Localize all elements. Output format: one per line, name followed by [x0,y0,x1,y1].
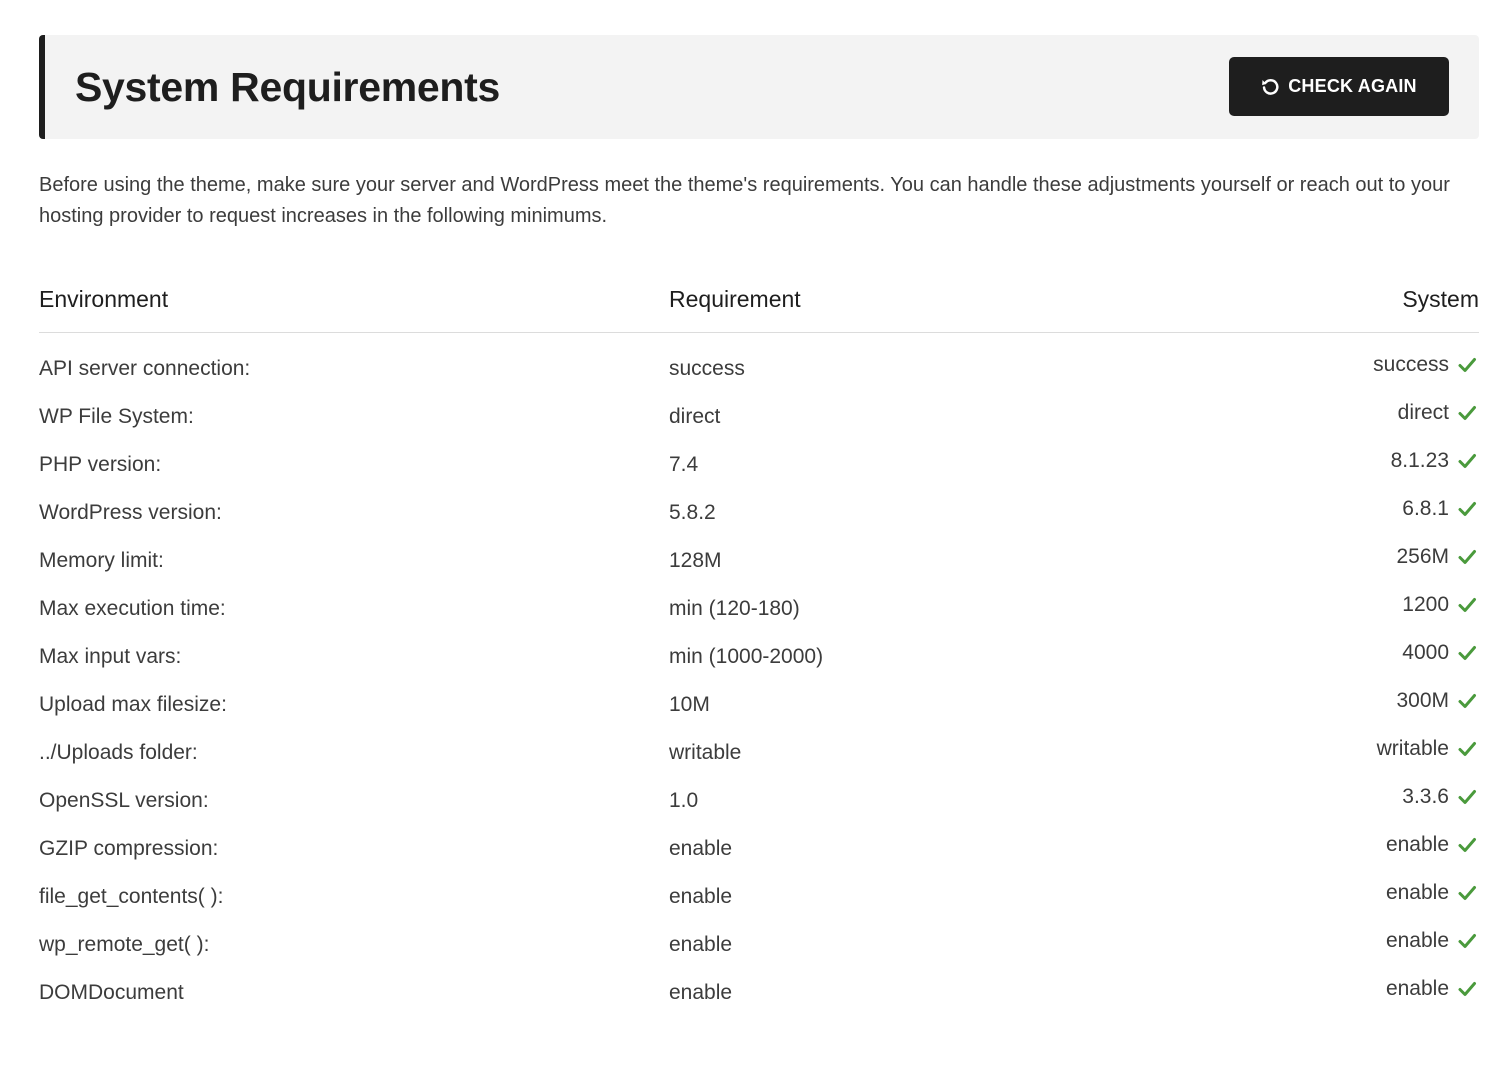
environment-cell: API server connection: [39,357,251,380]
system-value: 1200 [1402,593,1449,616]
system-value: 300M [1396,689,1449,712]
system-value: success [1373,353,1449,376]
table-row: Max execution time: min (120-180) 1200 [39,585,1479,633]
system-cell: 3.3.6 [1402,785,1479,809]
system-cell: success [1373,353,1479,377]
table-row: Memory limit: 128M 256M [39,537,1479,585]
table-row: ../Uploads folder: writable writable [39,729,1479,777]
system-cell: enable [1386,929,1479,953]
table-row: WordPress version: 5.8.2 6.8.1 [39,489,1479,537]
system-value: 8.1.23 [1390,449,1449,472]
check-icon [1455,401,1479,425]
check-icon [1455,929,1479,953]
intro-text: Before using the theme, make sure your s… [39,174,1450,227]
system-cell: 8.1.23 [1391,449,1479,473]
system-value: enable [1385,881,1449,904]
system-value: writable [1376,737,1449,760]
system-cell: 4000 [1402,641,1479,665]
table-row: Max input vars: min (1000-2000) 4000 [39,633,1479,681]
system-value: 4000 [1402,641,1449,664]
check-icon [1455,785,1479,809]
environment-cell: Upload max filesize: [39,693,227,716]
table-row: GZIP compression: enable enable [39,825,1479,873]
system-value: enable [1385,929,1449,952]
column-header-system: System [1402,286,1479,312]
requirements-table: Environment Requirement System API serve… [39,280,1479,1017]
environment-cell: WP File System: [39,405,194,428]
system-value: enable [1385,833,1449,856]
requirement-cell: 10M [669,693,710,716]
table-row: PHP version: 7.4 8.1.23 [39,441,1479,489]
environment-cell: Memory limit: [39,549,164,572]
environment-cell: Max execution time: [39,597,226,620]
check-icon [1455,881,1479,905]
table-row: OpenSSL version: 1.0 3.3.6 [39,777,1479,825]
environment-cell: wp_remote_get( ): [39,933,210,956]
table-row: DOMDocument enable enable [39,969,1479,1017]
requirement-cell: direct [669,405,721,428]
system-cell: enable [1386,881,1479,905]
check-again-button[interactable]: CHECK AGAIN [1229,57,1449,116]
check-icon [1455,689,1479,713]
table-row: Upload max filesize: 10M 300M [39,681,1479,729]
table-row: WP File System: direct direct [39,393,1479,441]
requirement-cell: 5.8.2 [669,501,716,524]
system-cell: enable [1386,977,1479,1001]
check-icon [1455,593,1479,617]
system-value: enable [1385,977,1449,1000]
check-icon [1455,449,1479,473]
system-cell: 6.8.1 [1402,497,1479,521]
system-value: 256M [1396,545,1449,568]
check-icon [1455,353,1479,377]
column-header-requirement: Requirement [669,286,801,312]
system-cell: 1200 [1402,593,1479,617]
table-row: API server connection: success success [39,345,1479,393]
system-cell: direct [1398,401,1479,425]
table-header: Environment Requirement System [39,280,1479,333]
check-icon [1455,977,1479,1001]
table-body: API server connection: success success WP F… [39,333,1479,1017]
requirement-cell: 7.4 [669,453,699,476]
requirement-cell: success [669,357,745,380]
environment-cell: OpenSSL version: [39,789,209,812]
requirement-cell: enable [669,933,733,956]
environment-cell: file_get_contents( ): [39,885,224,908]
check-icon [1455,641,1479,665]
environment-cell: PHP version: [39,453,162,476]
check-icon [1455,497,1479,521]
system-value: 6.8.1 [1402,497,1449,520]
page-title: System Requirements [75,64,500,110]
table-row: wp_remote_get( ): enable enable [39,921,1479,969]
system-cell: 300M [1396,689,1479,713]
environment-cell: GZIP compression: [39,837,219,860]
environment-cell: ../Uploads folder: [39,741,198,764]
system-cell: writable [1377,737,1479,761]
requirement-cell: 128M [669,549,722,572]
system-value: direct [1397,401,1449,424]
column-header-environment: Environment [39,286,169,312]
requirement-cell: 1.0 [669,789,699,812]
environment-cell: Max input vars: [39,645,182,668]
header-panel: System Requirements CHECK AGAIN [39,35,1479,139]
check-icon [1455,833,1479,857]
requirement-cell: enable [669,981,733,1004]
environment-cell: WordPress version: [39,501,222,524]
requirement-cell: min (120-180) [669,597,800,620]
check-icon [1455,545,1479,569]
table-row: file_get_contents( ): enable enable [39,873,1479,921]
requirement-cell: enable [669,885,733,908]
system-cell: 256M [1396,545,1479,569]
requirement-cell: enable [669,837,733,860]
check-icon [1455,737,1479,761]
requirement-cell: writable [669,741,742,764]
check-again-label: CHECK AGAIN [1288,76,1417,96]
system-cell: enable [1386,833,1479,857]
refresh-icon [1261,77,1280,96]
system-value: 3.3.6 [1402,785,1449,808]
requirement-cell: min (1000-2000) [669,645,824,668]
environment-cell: DOMDocument [39,981,184,1004]
